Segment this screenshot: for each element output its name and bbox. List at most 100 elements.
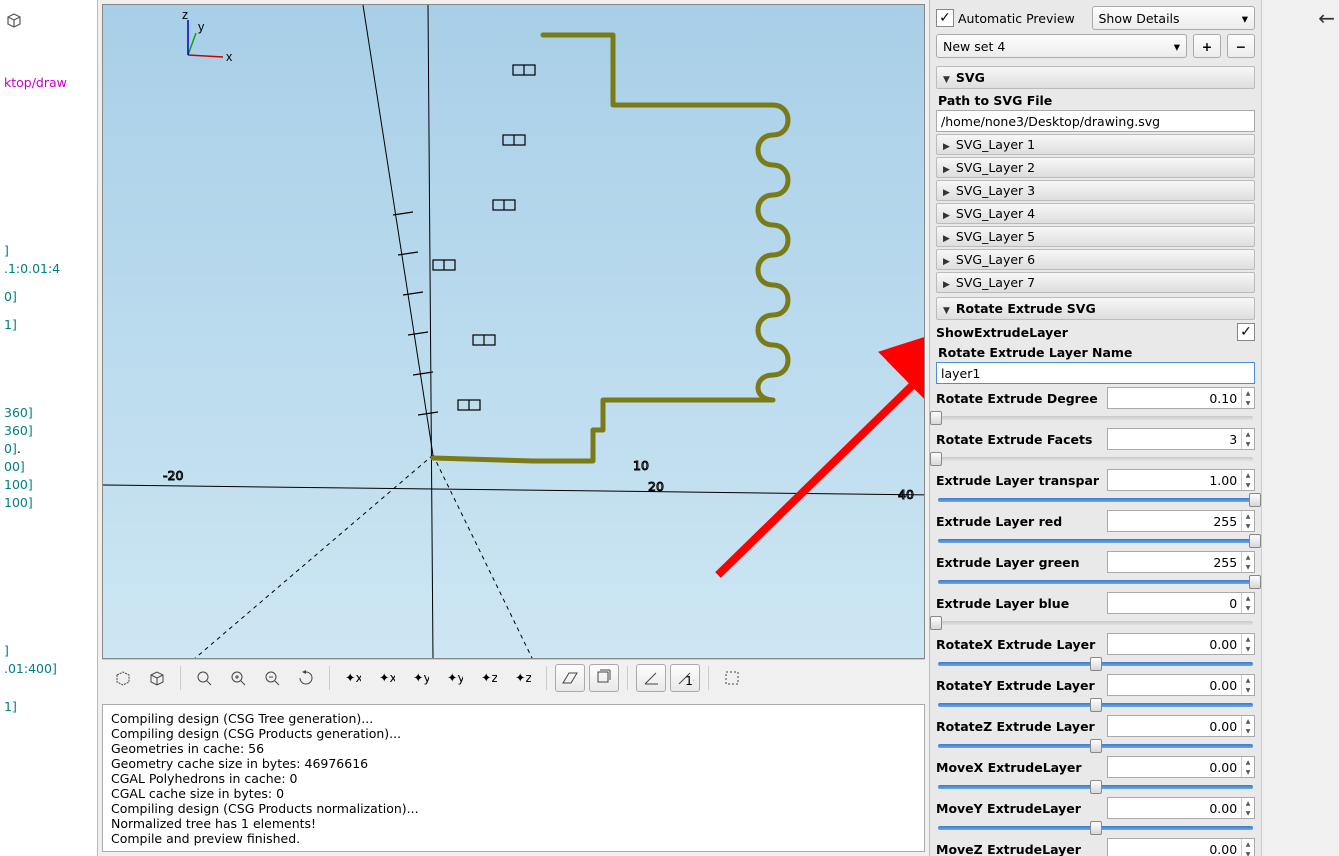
console-output[interactable]: Compiling design (CSG Tree generation)..… bbox=[102, 704, 925, 852]
spin-up-icon[interactable]: ▲ bbox=[1242, 839, 1254, 849]
show-axes-icon[interactable] bbox=[636, 664, 666, 692]
preset-add-button[interactable]: + bbox=[1193, 34, 1221, 58]
param-value-input[interactable] bbox=[1108, 801, 1241, 816]
spin-up-icon[interactable]: ▲ bbox=[1242, 634, 1254, 644]
back-arrow-icon[interactable]: ← bbox=[1318, 6, 1335, 30]
param-spinbox[interactable]: ▲▼ bbox=[1107, 510, 1255, 532]
3d-viewport[interactable]: -20 20 40 10 bbox=[102, 4, 925, 659]
perspective-icon[interactable] bbox=[555, 664, 585, 692]
spin-down-icon[interactable]: ▼ bbox=[1242, 767, 1254, 777]
code-line[interactable]: 00] bbox=[0, 458, 97, 476]
view-back-icon[interactable]: ✦y bbox=[440, 664, 470, 692]
spin-down-icon[interactable]: ▼ bbox=[1242, 521, 1254, 531]
param-spinbox[interactable]: ▲▼ bbox=[1107, 715, 1255, 737]
param-slider[interactable] bbox=[936, 821, 1255, 835]
code-line[interactable]: 1] bbox=[0, 316, 97, 334]
code-line[interactable]: 360] bbox=[0, 404, 97, 422]
param-spinbox[interactable]: ▲▼ bbox=[1107, 674, 1255, 696]
param-value-input[interactable] bbox=[1108, 432, 1241, 447]
svg-layer-header[interactable]: SVG_Layer 2 bbox=[936, 157, 1255, 178]
spin-down-icon[interactable]: ▼ bbox=[1242, 849, 1254, 856]
rotate-extrude-section-header[interactable]: Rotate Extrude SVG bbox=[936, 297, 1255, 320]
param-slider[interactable] bbox=[936, 493, 1255, 507]
spin-up-icon[interactable]: ▲ bbox=[1242, 388, 1254, 398]
code-line[interactable]: .01:400] bbox=[0, 660, 97, 678]
spin-down-icon[interactable]: ▼ bbox=[1242, 480, 1254, 490]
show-scale-icon[interactable]: 10 bbox=[670, 664, 700, 692]
code-line[interactable]: 0] bbox=[0, 288, 97, 306]
auto-preview-checkbox[interactable]: ✓ Automatic Preview bbox=[936, 9, 1086, 27]
param-slider[interactable] bbox=[936, 739, 1255, 753]
view-top-icon[interactable]: ✦z bbox=[474, 664, 504, 692]
param-slider[interactable] bbox=[936, 616, 1255, 630]
param-value-input[interactable] bbox=[1108, 637, 1241, 652]
param-value-input[interactable] bbox=[1108, 760, 1241, 775]
reset-view-icon[interactable] bbox=[291, 664, 321, 692]
code-line[interactable]: ] bbox=[0, 242, 97, 260]
view-preview-icon[interactable] bbox=[108, 664, 138, 692]
spin-up-icon[interactable]: ▲ bbox=[1242, 716, 1254, 726]
spin-up-icon[interactable]: ▲ bbox=[1242, 798, 1254, 808]
code-line[interactable]: 1] bbox=[0, 698, 97, 716]
layer-name-input[interactable] bbox=[936, 362, 1255, 384]
code-line[interactable]: .1:0.01:4 bbox=[0, 260, 97, 278]
param-value-input[interactable] bbox=[1108, 678, 1241, 693]
svg-layer-header[interactable]: SVG_Layer 4 bbox=[936, 203, 1255, 224]
param-spinbox[interactable]: ▲▼ bbox=[1107, 756, 1255, 778]
param-spinbox[interactable]: ▲▼ bbox=[1107, 551, 1255, 573]
spin-up-icon[interactable]: ▲ bbox=[1242, 470, 1254, 480]
param-slider[interactable] bbox=[936, 698, 1255, 712]
code-line[interactable]: 100] bbox=[0, 476, 97, 494]
svg-layer-header[interactable]: SVG_Layer 5 bbox=[936, 226, 1255, 247]
param-slider[interactable] bbox=[936, 534, 1255, 548]
param-spinbox[interactable]: ▲▼ bbox=[1107, 387, 1255, 409]
code-line[interactable]: ktop/draw bbox=[0, 74, 97, 92]
param-slider[interactable] bbox=[936, 657, 1255, 671]
spin-up-icon[interactable]: ▲ bbox=[1242, 429, 1254, 439]
orthographic-icon[interactable] bbox=[589, 664, 619, 692]
path-to-svg-input[interactable] bbox=[936, 110, 1255, 132]
code-line[interactable]: 360] bbox=[0, 422, 97, 440]
view-left-icon[interactable]: ✦x bbox=[372, 664, 402, 692]
spin-up-icon[interactable]: ▲ bbox=[1242, 757, 1254, 767]
param-value-input[interactable] bbox=[1108, 391, 1241, 406]
spin-up-icon[interactable]: ▲ bbox=[1242, 675, 1254, 685]
svg-section-header[interactable]: SVG bbox=[936, 66, 1255, 89]
param-value-input[interactable] bbox=[1108, 842, 1241, 856]
detail-level-select[interactable]: Show Details▾ bbox=[1092, 6, 1256, 30]
svg-layer-header[interactable]: SVG_Layer 1 bbox=[936, 134, 1255, 155]
zoom-in-icon[interactable] bbox=[223, 664, 253, 692]
param-value-input[interactable] bbox=[1108, 473, 1241, 488]
spin-down-icon[interactable]: ▼ bbox=[1242, 603, 1254, 613]
param-slider[interactable] bbox=[936, 575, 1255, 589]
param-value-input[interactable] bbox=[1108, 596, 1241, 611]
param-value-input[interactable] bbox=[1108, 555, 1241, 570]
zoom-fit-icon[interactable] bbox=[189, 664, 219, 692]
spin-down-icon[interactable]: ▼ bbox=[1242, 562, 1254, 572]
spin-down-icon[interactable]: ▼ bbox=[1242, 726, 1254, 736]
svg-layer-header[interactable]: SVG_Layer 3 bbox=[936, 180, 1255, 201]
code-line[interactable]: ] bbox=[0, 642, 97, 660]
view-front-icon[interactable]: ✦y bbox=[406, 664, 436, 692]
code-line[interactable]: 100] bbox=[0, 494, 97, 512]
view-render-icon[interactable] bbox=[142, 664, 172, 692]
param-spinbox[interactable]: ▲▼ bbox=[1107, 469, 1255, 491]
spin-down-icon[interactable]: ▼ bbox=[1242, 685, 1254, 695]
param-spinbox[interactable]: ▲▼ bbox=[1107, 592, 1255, 614]
spin-up-icon[interactable]: ▲ bbox=[1242, 511, 1254, 521]
view-right-icon[interactable]: ✦x bbox=[338, 664, 368, 692]
spin-down-icon[interactable]: ▼ bbox=[1242, 808, 1254, 818]
view-bottom-icon[interactable]: ✦z bbox=[508, 664, 538, 692]
spin-down-icon[interactable]: ▼ bbox=[1242, 398, 1254, 408]
show-edges-icon[interactable] bbox=[717, 664, 747, 692]
preset-select[interactable]: New set 4▾ bbox=[936, 34, 1187, 58]
svg-layer-header[interactable]: SVG_Layer 6 bbox=[936, 249, 1255, 270]
param-slider[interactable] bbox=[936, 452, 1255, 466]
preset-remove-button[interactable]: − bbox=[1227, 34, 1255, 58]
zoom-out-icon[interactable] bbox=[257, 664, 287, 692]
param-slider[interactable] bbox=[936, 780, 1255, 794]
param-value-input[interactable] bbox=[1108, 514, 1241, 529]
param-spinbox[interactable]: ▲▼ bbox=[1107, 633, 1255, 655]
svg-layer-header[interactable]: SVG_Layer 7 bbox=[936, 272, 1255, 293]
show-extrude-layer-checkbox[interactable]: ✓ bbox=[1237, 323, 1255, 341]
